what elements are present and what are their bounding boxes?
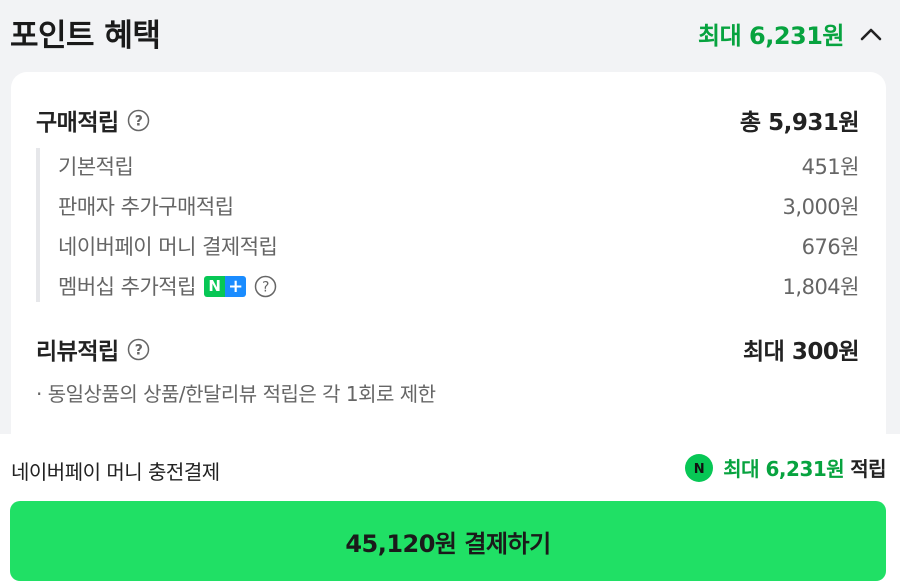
list-item: 네이버페이 머니 결제적립 676원 — [58, 231, 860, 261]
page-title: 포인트 혜택 — [10, 18, 161, 54]
list-item: 판매자 추가구매적립 3,000원 — [58, 191, 860, 221]
points-header: 포인트 혜택 최대 6,231원 — [0, 0, 900, 64]
purchase-breakdown-list: 기본적립 451원 판매자 추가구매적립 3,000원 네이버페이 머니 결제적… — [36, 148, 860, 302]
breakdown-label: 네이버페이 머니 결제적립 — [58, 235, 278, 259]
svg-text:?: ? — [134, 342, 142, 358]
purchase-points-row: 구매적립 ? 총 5,931원 — [36, 103, 860, 137]
breakdown-value: 451원 — [801, 155, 860, 179]
review-points-title: 리뷰적립 — [36, 339, 119, 365]
review-points-row: 리뷰적립 ? 최대 300원 — [36, 332, 860, 366]
points-card: 구매적립 ? 총 5,931원 기본적립 451원 판매자 추가구매적립 3,0… — [11, 72, 886, 452]
review-points-value: 최대 300원 — [743, 339, 860, 365]
max-benefit-text: 최대 6,231원 — [697, 22, 845, 50]
header-max-benefit[interactable]: 최대 6,231원 — [698, 16, 886, 51]
payment-points-summary: N 최대 6,231원 적립 — [685, 453, 886, 482]
purchase-points-label: 구매적립 ? — [36, 103, 150, 137]
membership-label-group: 멤버십 추가적립 N + ? — [58, 271, 277, 301]
help-icon[interactable]: ? — [127, 338, 150, 361]
review-note: · 동일상품의 상품/한달리뷰 적립은 각 1회로 제한 — [36, 382, 436, 406]
help-icon[interactable]: ? — [254, 275, 277, 298]
payment-points-suffix: 적립 — [850, 457, 886, 481]
breakdown-value: 1,804원 — [782, 275, 860, 299]
svg-text:?: ? — [134, 113, 142, 129]
chevron-up-icon[interactable] — [856, 19, 886, 49]
breakdown-value: 3,000원 — [782, 195, 860, 219]
svg-text:?: ? — [262, 279, 269, 295]
payment-footer: 네이버페이 머니 충전결제 N 최대 6,231원 적립 45,120원 결제하… — [0, 434, 900, 586]
purchase-points-total: 총 5,931원 — [739, 110, 860, 136]
payment-method-label: 네이버페이 머니 충전결제 — [11, 460, 220, 484]
nplus-badge: N + — [203, 275, 246, 297]
breakdown-value: 676원 — [801, 235, 860, 259]
npay-icon: N — [685, 453, 714, 482]
purchase-points-title: 구매적립 — [36, 110, 119, 136]
nplus-n-icon: N — [203, 275, 225, 297]
nplus-plus-icon: + — [224, 275, 246, 297]
help-icon[interactable]: ? — [127, 109, 150, 132]
breakdown-label: 판매자 추가구매적립 — [58, 195, 234, 219]
svg-text:N: N — [694, 462, 704, 475]
payment-max-points: 최대 6,231원 — [723, 457, 845, 481]
breakdown-label: 멤버십 추가적립 — [58, 275, 196, 299]
list-item: 멤버십 추가적립 N + ? 1,804원 — [58, 271, 860, 301]
review-points-label: 리뷰적립 ? — [36, 332, 150, 366]
breakdown-label: 기본적립 — [58, 155, 134, 179]
pay-button[interactable]: 45,120원 결제하기 — [10, 501, 886, 581]
list-item: 기본적립 451원 — [58, 151, 860, 181]
